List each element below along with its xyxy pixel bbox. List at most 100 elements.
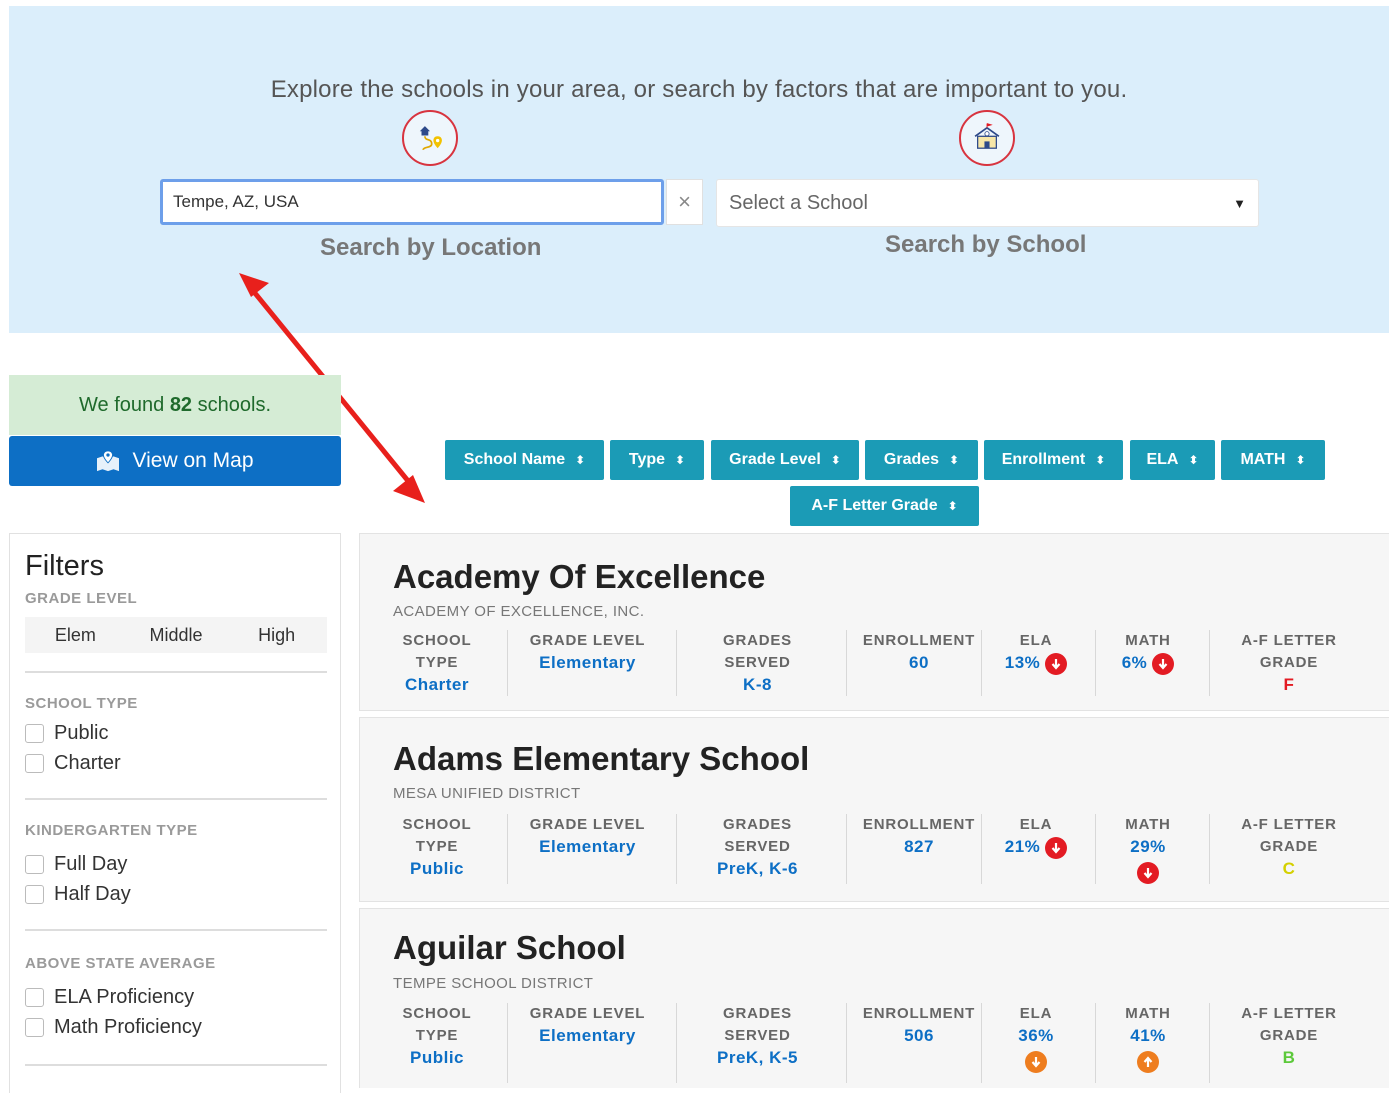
view-on-map-button[interactable]: View on Map xyxy=(9,436,341,486)
checkbox[interactable] xyxy=(25,884,44,904)
letter-grade-value: B xyxy=(1282,1048,1296,1067)
math-value: 41% xyxy=(1130,1026,1166,1045)
checkbox[interactable] xyxy=(25,987,44,1007)
grade-level-segmented-control: Elem Middle High xyxy=(25,617,327,653)
sort-icon: ⬍ xyxy=(947,499,958,513)
filter-divider xyxy=(25,798,327,800)
grade-level-filter-title: GRADE LEVEL xyxy=(25,590,138,607)
ela-value: 21% xyxy=(1004,837,1041,856)
metric-label: TYPE xyxy=(415,1027,459,1044)
enrollment-metric: ENROLLMENT 506 xyxy=(850,1003,988,1047)
school-select[interactable]: Select a School ▼ xyxy=(716,179,1259,227)
metric-label: MATH xyxy=(1125,1005,1171,1022)
arrow-circle-down-icon xyxy=(1045,653,1068,676)
school-card[interactable]: Aguilar School TEMPE SCHOOL DISTRICT SCH… xyxy=(359,908,1389,1088)
school-type-charter-checkbox[interactable]: Charter xyxy=(25,748,325,778)
grade-level-option-elem[interactable]: Elem xyxy=(25,617,126,653)
metric-label: ENROLLMENT xyxy=(862,816,976,833)
metric-label: ELA xyxy=(1019,1005,1053,1022)
sort-school-name-button[interactable]: School Name ⬍ xyxy=(445,440,604,480)
metric-label: A-F LETTER xyxy=(1241,816,1337,833)
checkbox-label: ELA Proficiency xyxy=(54,985,195,1008)
sort-label: MATH xyxy=(1240,451,1286,468)
sort-grade-level-button[interactable]: Grade Level ⬍ xyxy=(711,440,859,480)
metric-label: A-F LETTER xyxy=(1241,1005,1337,1022)
metric-label: TYPE xyxy=(415,654,459,671)
math-value: 6% xyxy=(1121,653,1148,672)
sort-icon: ⬍ xyxy=(1295,453,1306,467)
school-type-value: Public xyxy=(409,859,464,878)
checkbox[interactable] xyxy=(25,753,44,773)
grade-level-option-middle[interactable]: Middle xyxy=(126,617,227,653)
school-district: MESA UNIFIED DISTRICT xyxy=(393,785,581,802)
location-search-input[interactable] xyxy=(160,179,664,225)
close-icon: × xyxy=(678,189,691,214)
metric-divider xyxy=(1209,630,1210,696)
metric-divider xyxy=(1209,1003,1210,1083)
school-name[interactable]: Adams Elementary School xyxy=(393,740,809,778)
checkbox-label: Charter xyxy=(54,751,121,774)
above-state-average-filter-title: ABOVE STATE AVERAGE xyxy=(25,955,216,972)
arrow-circle-down-icon xyxy=(1025,1051,1047,1074)
math-proficiency-checkbox[interactable]: Math Proficiency xyxy=(25,1012,325,1042)
metric-divider xyxy=(507,630,508,696)
metric-label: A-F LETTER xyxy=(1241,632,1337,649)
hero-title: Explore the schools in your area, or sea… xyxy=(270,76,1128,103)
sort-grades-button[interactable]: Grades ⬍ xyxy=(865,440,978,480)
metric-label: SERVED xyxy=(724,1027,791,1044)
checkbox[interactable] xyxy=(25,854,44,874)
sort-label: A-F Letter Grade xyxy=(811,497,938,514)
metric-label: GRADE xyxy=(1259,838,1319,855)
grades-served-value: PreK, K-6 xyxy=(716,859,799,878)
sort-type-button[interactable]: Type ⬍ xyxy=(610,440,704,480)
filters-panel: Filters GRADE LEVEL Elem Middle High SCH… xyxy=(9,533,341,1093)
metric-divider xyxy=(1209,814,1210,884)
school-card[interactable]: Adams Elementary School MESA UNIFIED DIS… xyxy=(359,717,1389,902)
metric-label: SCHOOL xyxy=(402,632,472,649)
sort-ela-button[interactable]: ELA ⬍ xyxy=(1130,440,1215,480)
school-type-public-checkbox[interactable]: Public xyxy=(25,718,325,748)
metric-divider xyxy=(676,814,677,884)
school-type-value: Charter xyxy=(405,675,469,694)
school-card[interactable]: Academy Of Excellence ACADEMY OF EXCELLE… xyxy=(359,533,1389,711)
checkbox[interactable] xyxy=(25,723,44,743)
metric-label: ENROLLMENT xyxy=(862,632,976,649)
grade-level-option-high[interactable]: High xyxy=(226,617,327,653)
grade-level-value: Elementary xyxy=(539,653,636,672)
school-name[interactable]: Aguilar School xyxy=(393,929,626,967)
sort-enrollment-button[interactable]: Enrollment ⬍ xyxy=(984,440,1123,480)
letter-grade-metric: A-F LETTER GRADE B xyxy=(1222,1003,1356,1069)
sort-letter-grade-button[interactable]: A-F Letter Grade ⬍ xyxy=(790,486,979,526)
metric-label: MATH xyxy=(1125,816,1171,833)
grade-level-value: Elementary xyxy=(539,1026,636,1045)
ela-value: 36% xyxy=(1018,1026,1054,1045)
filter-divider xyxy=(25,671,327,673)
metric-label: GRADE xyxy=(1259,1027,1319,1044)
search-hero: Explore the schools in your area, or sea… xyxy=(9,6,1389,333)
metric-label: GRADES xyxy=(723,1005,792,1022)
enrollment-value: 827 xyxy=(904,837,934,856)
ela-proficiency-checkbox[interactable]: ELA Proficiency xyxy=(25,982,325,1012)
kindergarten-half-day-checkbox[interactable]: Half Day xyxy=(25,879,325,909)
kindergarten-full-day-checkbox[interactable]: Full Day xyxy=(25,849,325,879)
ela-metric: ELA 36% xyxy=(986,1003,1086,1074)
sort-icon: ⬍ xyxy=(830,453,841,467)
view-on-map-label: View on Map xyxy=(132,449,254,472)
metric-label: MATH xyxy=(1125,632,1171,649)
sort-math-button[interactable]: MATH ⬍ xyxy=(1221,440,1325,480)
metric-divider xyxy=(1095,814,1096,884)
metric-label: SCHOOL xyxy=(402,1005,472,1022)
clear-location-button[interactable]: × xyxy=(666,179,703,225)
school-name[interactable]: Academy Of Excellence xyxy=(393,558,765,596)
checkbox[interactable] xyxy=(25,1017,44,1037)
metric-divider xyxy=(676,630,677,696)
metric-divider xyxy=(1095,1003,1096,1083)
results-count-suffix: schools. xyxy=(197,393,271,416)
results-count-prefix: We found xyxy=(79,393,165,416)
school-building-icon xyxy=(974,123,1000,149)
metric-label: GRADE xyxy=(1259,654,1319,671)
school-type-filter-title: SCHOOL TYPE xyxy=(25,695,138,712)
metric-divider xyxy=(1095,630,1096,696)
checkbox-label: Public xyxy=(54,721,109,744)
sort-label: School Name xyxy=(463,451,566,468)
